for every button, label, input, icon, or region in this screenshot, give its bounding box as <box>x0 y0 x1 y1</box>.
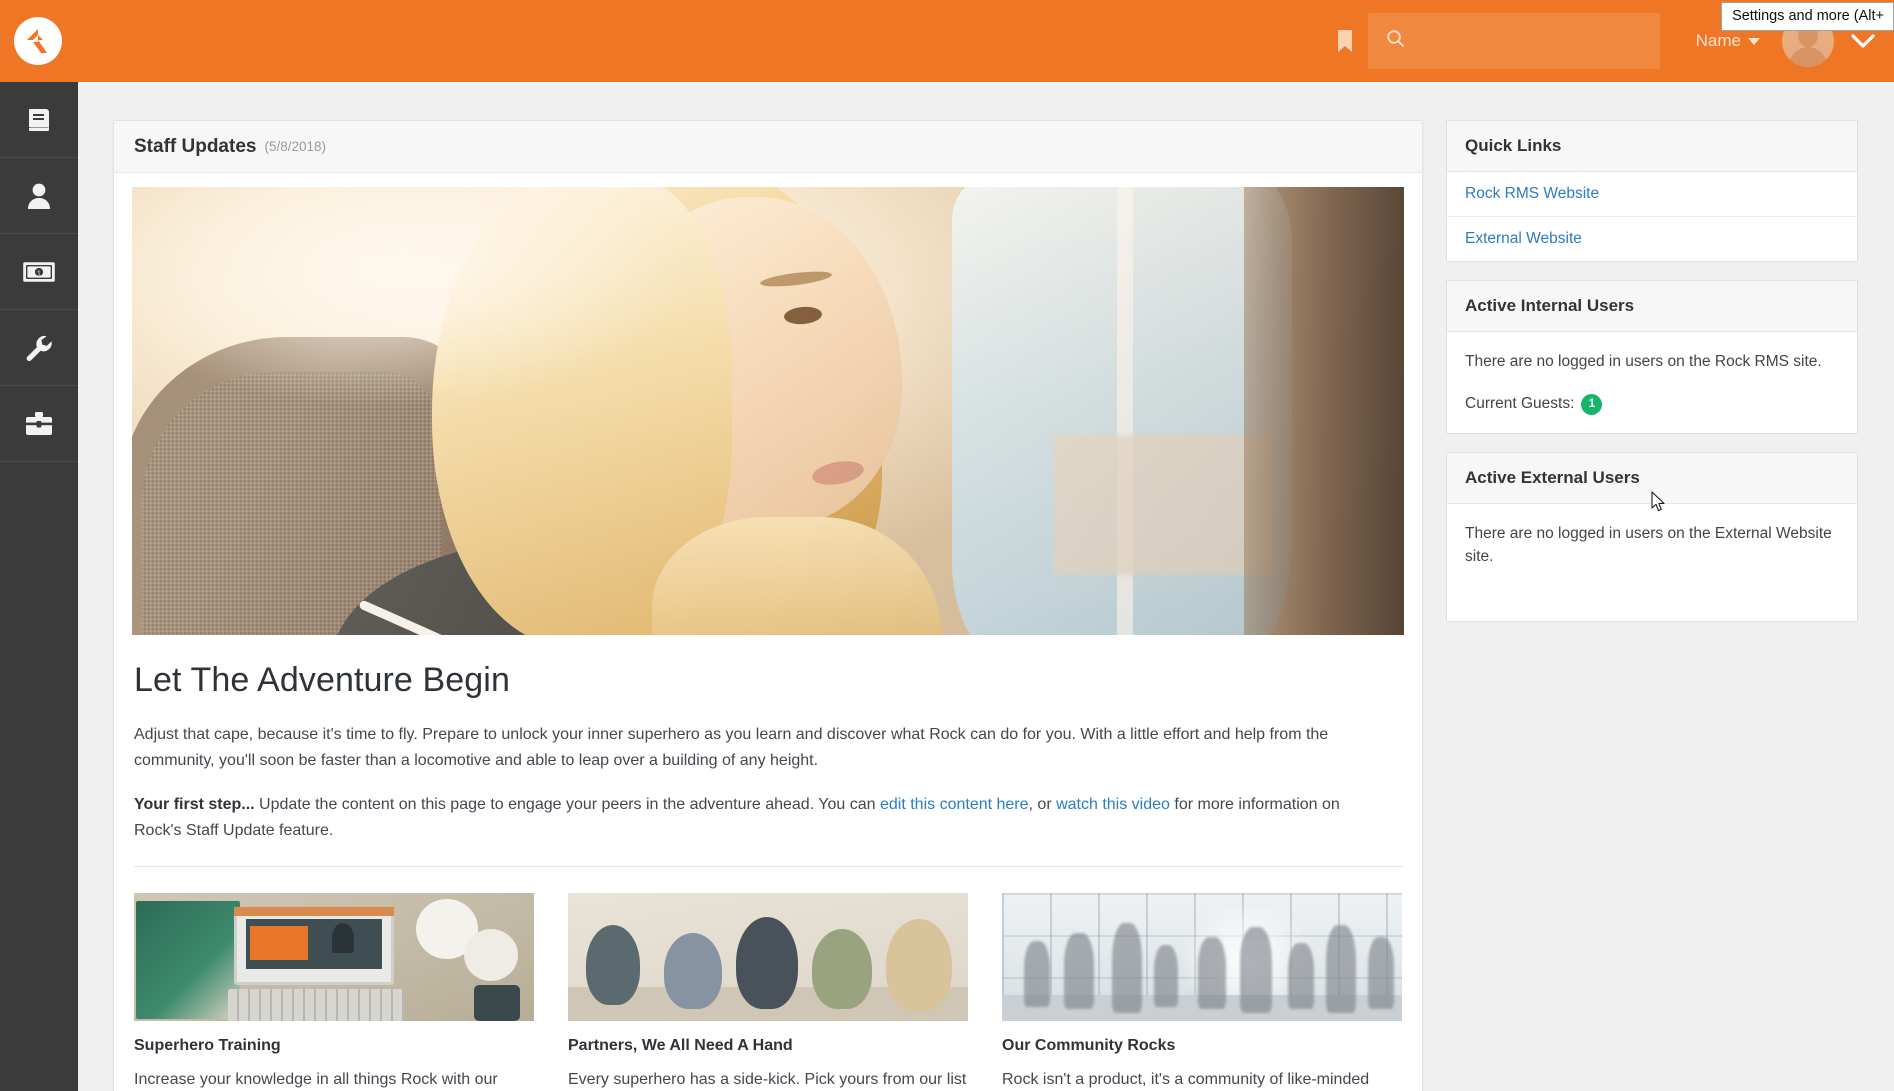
left-nav-sidebar: 1 <box>0 82 78 1091</box>
monitor-edge <box>1244 187 1404 635</box>
right-sidebar: Quick Links Rock RMS Website External We… <box>1446 120 1858 640</box>
main-content-area: Staff Updates (5/8/2018) <box>78 82 1894 1091</box>
money-icon: 1 <box>22 261 56 283</box>
settings-tooltip: Settings and more (Alt+ <box>1721 2 1894 31</box>
no-internal-users-message: There are no logged in users on the Rock… <box>1465 350 1839 374</box>
article-paragraph-2: Your first step... Update the content on… <box>134 792 1384 844</box>
partners-image <box>568 893 968 1021</box>
bookmark-icon[interactable] <box>1328 21 1362 61</box>
staff-updates-card: Staff Updates (5/8/2018) <box>113 120 1423 1091</box>
card-title: Our Community Rocks <box>1002 1037 1402 1055</box>
sidebar-item-tools[interactable] <box>0 386 78 462</box>
list-item[interactable]: Rock RMS Website <box>1447 172 1857 217</box>
page-date: (5/8/2018) <box>264 139 326 154</box>
sidebar-item-admin-tools[interactable] <box>0 310 78 386</box>
search-icon <box>1386 29 1405 53</box>
card-title: Partners, We All Need A Hand <box>568 1037 968 1055</box>
sidebar-item-people[interactable] <box>0 158 78 234</box>
rock-rms-website-link[interactable]: Rock RMS Website <box>1465 185 1599 202</box>
hero-image <box>132 187 1404 635</box>
article: Let The Adventure Begin Adjust that cape… <box>132 661 1404 1091</box>
svg-text:1: 1 <box>37 270 41 277</box>
sidebar-item-cms[interactable] <box>0 82 78 158</box>
card-text: Increase your knowledge in all things Ro… <box>134 1067 534 1091</box>
active-internal-users-panel: Active Internal Users There are no logge… <box>1446 280 1858 434</box>
list-item[interactable]: External Website <box>1447 217 1857 261</box>
user-name-label: Name <box>1696 31 1741 51</box>
sidebar-item-finance[interactable]: 1 <box>0 234 78 310</box>
current-guests-row: Current Guests: 1 <box>1465 394 1839 415</box>
staff-updates-body: Let The Adventure Begin Adjust that cape… <box>114 173 1422 1091</box>
search-box[interactable] <box>1368 13 1660 69</box>
desk-surface <box>1054 435 1274 575</box>
article-paragraph-1: Adjust that cape, because it's time to f… <box>134 722 1384 774</box>
quick-links-title: Quick Links <box>1447 121 1857 172</box>
community-image <box>1002 893 1402 1021</box>
superhero-training-image <box>134 893 534 1021</box>
current-guests-label: Current Guests: <box>1465 395 1574 413</box>
p2-text-b: , or <box>1029 796 1057 813</box>
card-title: Superhero Training <box>134 1037 534 1055</box>
rock-rms-logo[interactable] <box>14 17 62 65</box>
active-external-users-title: Active External Users <box>1447 453 1857 504</box>
wrench-icon <box>24 333 54 363</box>
article-heading: Let The Adventure Begin <box>134 661 1404 700</box>
watch-this-video-link[interactable]: watch this video <box>1056 796 1170 813</box>
user-name-menu[interactable]: Name <box>1696 31 1760 51</box>
quick-links-panel: Quick Links Rock RMS Website External We… <box>1446 120 1858 262</box>
active-external-users-body: There are no logged in users on the Exte… <box>1447 504 1857 621</box>
list-item[interactable]: Partners, We All Need A Hand Every super… <box>568 893 968 1091</box>
avatar-body <box>1789 47 1827 67</box>
edit-this-content-link[interactable]: edit this content here <box>880 796 1029 813</box>
first-step-label: Your first step... <box>134 796 255 813</box>
staff-updates-header: Staff Updates (5/8/2018) <box>114 121 1422 173</box>
active-internal-users-title: Active Internal Users <box>1447 281 1857 332</box>
caret-down-icon <box>1748 38 1760 45</box>
card-text: Rock isn't a product, it's a community o… <box>1002 1067 1402 1091</box>
p2-text-a: Update the content on this page to engag… <box>255 796 880 813</box>
top-header-bar: Name Settings and more (Alt+ <box>0 0 1894 82</box>
settings-and-more-button[interactable] <box>1850 33 1876 49</box>
person-icon <box>25 181 53 211</box>
list-item[interactable]: Our Community Rocks Rock isn't a product… <box>1002 893 1402 1091</box>
no-external-users-message: There are no logged in users on the Exte… <box>1465 522 1839 569</box>
book-icon <box>24 105 54 135</box>
section-divider <box>134 866 1404 867</box>
card-text: Every superhero has a side-kick. Pick yo… <box>568 1067 968 1091</box>
external-website-link[interactable]: External Website <box>1465 230 1582 247</box>
search-input[interactable] <box>1417 33 1637 50</box>
active-internal-users-body: There are no logged in users on the Rock… <box>1447 332 1857 433</box>
active-external-users-panel: Active External Users There are no logge… <box>1446 452 1858 622</box>
list-item[interactable]: Superhero Training Increase your knowled… <box>134 893 534 1091</box>
page-title: Staff Updates <box>134 136 256 158</box>
promo-cards: Superhero Training Increase your knowled… <box>134 893 1404 1091</box>
status-badge: 1 <box>1581 394 1602 415</box>
toolbox-icon <box>24 410 54 438</box>
